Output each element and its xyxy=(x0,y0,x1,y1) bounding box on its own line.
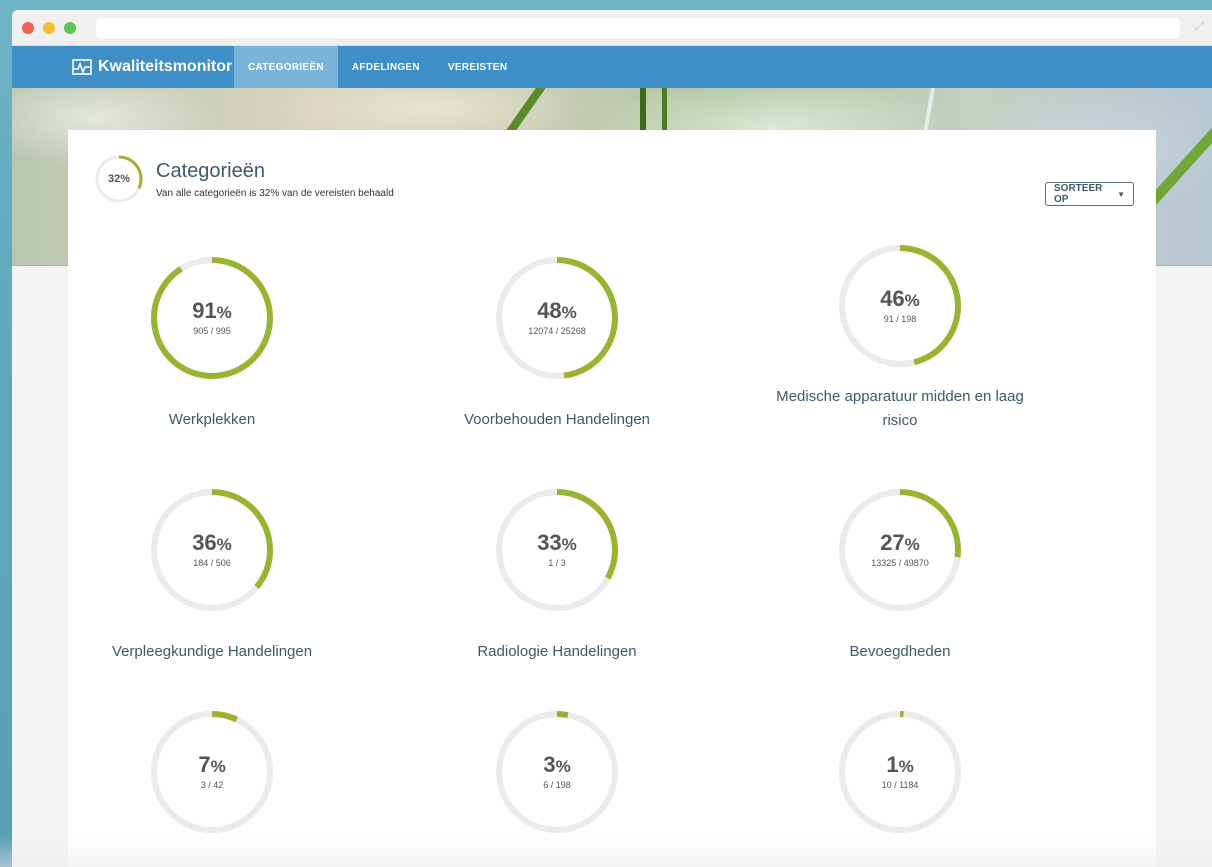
category-progress-ring[interactable]: 46% 91 / 198 xyxy=(838,244,962,368)
ring-text: 48% 12074 / 25268 xyxy=(495,256,619,380)
percent-sign: % xyxy=(561,303,577,322)
percent-value: 3 xyxy=(543,752,556,777)
category-fraction: 905 / 995 xyxy=(193,326,231,336)
percent-sign: % xyxy=(904,291,920,310)
ring-text: 91% 905 / 995 xyxy=(150,256,274,380)
category-name[interactable]: Bevoegdheden xyxy=(770,640,1030,664)
category-percent: 3% xyxy=(543,754,570,776)
category-fraction: 10 / 1184 xyxy=(881,780,919,790)
grass-blade xyxy=(504,88,546,133)
window-titlebar: ⤢ xyxy=(12,10,1212,46)
ring-text: 36% 184 / 506 xyxy=(150,488,274,612)
brand-name: Kwaliteitsmonitor xyxy=(98,58,233,75)
tab-label: VEREISTEN xyxy=(447,61,508,73)
percent-sign: % xyxy=(555,757,571,776)
tab-categorieen[interactable]: CATEGORIEËN xyxy=(234,46,338,88)
percent-value: 1 xyxy=(886,752,899,777)
tab-label: AFDELINGEN xyxy=(351,61,420,73)
category-fraction: 12074 / 25268 xyxy=(528,326,586,336)
percent-sign: % xyxy=(561,535,577,554)
ring-text: 27% 13325 / 49870 xyxy=(838,488,962,612)
address-bar[interactable] xyxy=(96,18,1180,38)
category-percent: 7% xyxy=(198,754,225,776)
category-fraction: 1 / 3 xyxy=(548,558,566,568)
category-progress-ring[interactable]: 1% 10 / 1184 xyxy=(838,710,962,834)
minimize-window-button[interactable] xyxy=(43,22,55,34)
categories-panel: 32% Categorieën Van alle categorieën is … xyxy=(68,130,1156,867)
category-percent: 1% xyxy=(886,754,913,776)
category-progress-ring[interactable]: 33% 1 / 3 xyxy=(495,488,619,612)
category-name[interactable]: Radiologie Handelingen xyxy=(427,640,687,664)
category-fraction: 6 / 198 xyxy=(543,780,571,790)
tab-label: CATEGORIEËN xyxy=(248,61,324,73)
category-progress-ring[interactable]: 7% 3 / 42 xyxy=(150,710,274,834)
category-name[interactable]: Medische apparatuur midden en laag risic… xyxy=(770,385,1030,433)
category-name[interactable]: Radiologie instrumentarium xyxy=(770,862,1030,867)
percent-value: 36 xyxy=(192,530,217,555)
category-fraction: 184 / 506 xyxy=(193,558,231,568)
category-fraction: 91 / 198 xyxy=(883,314,917,324)
percent-sign: % xyxy=(210,757,226,776)
category-fraction: 13325 / 49870 xyxy=(871,558,929,568)
percent-sign: % xyxy=(216,535,232,554)
category-percent: 91% xyxy=(192,300,232,322)
grass-blade xyxy=(662,88,667,133)
category-fraction: 3 / 42 xyxy=(200,780,224,790)
percent-value: 7 xyxy=(198,752,211,777)
ring-text: 3% 6 / 198 xyxy=(495,710,619,834)
ring-text: 7% 3 / 42 xyxy=(150,710,274,834)
category-progress-ring[interactable]: 48% 12074 / 25268 xyxy=(495,256,619,380)
percent-sign: % xyxy=(216,303,232,322)
percent-value: 91 xyxy=(192,298,217,323)
tab-vereisten[interactable]: VEREISTEN xyxy=(434,46,521,88)
category-progress-ring[interactable]: 36% 184 / 506 xyxy=(150,488,274,612)
close-window-button[interactable] xyxy=(22,22,34,34)
zoom-window-button[interactable] xyxy=(64,22,76,34)
category-name[interactable]: Verpleegkundige Handelingen xyxy=(82,640,342,664)
category-percent: 48% xyxy=(537,300,577,322)
category-percent: 36% xyxy=(192,532,232,554)
percent-sign: % xyxy=(904,535,920,554)
expand-icon[interactable]: ⤢ xyxy=(1194,19,1204,34)
category-name[interactable]: Klinische Lessen xyxy=(427,862,687,867)
category-percent: 46% xyxy=(880,288,920,310)
category-name[interactable]: Voorbehouden Handelingen xyxy=(427,408,687,432)
ring-text: 33% 1 / 3 xyxy=(495,488,619,612)
percent-value: 33 xyxy=(537,530,562,555)
ring-text: 1% 10 / 1184 xyxy=(838,710,962,834)
category-name[interactable]: Audits xyxy=(82,862,342,867)
category-percent: 27% xyxy=(880,532,920,554)
percent-value: 46 xyxy=(880,286,905,311)
category-progress-ring[interactable]: 91% 905 / 995 xyxy=(150,256,274,380)
tab-afdelingen[interactable]: AFDELINGEN xyxy=(338,46,434,88)
brand-logo[interactable]: Kwaliteitsmonitor xyxy=(72,46,234,88)
browser-window: ⤢ Kwaliteitsmonitor CATEGORIEËN AFDELING… xyxy=(12,10,1212,867)
grass-blade xyxy=(640,88,646,133)
percent-sign: % xyxy=(898,757,914,776)
chart-box-icon xyxy=(72,59,92,75)
grass-blade xyxy=(923,88,935,133)
category-name[interactable]: Werkplekken xyxy=(82,408,342,432)
category-progress-ring[interactable]: 3% 6 / 198 xyxy=(495,710,619,834)
percent-value: 48 xyxy=(537,298,562,323)
category-progress-ring[interactable]: 27% 13325 / 49870 xyxy=(838,488,962,612)
category-percent: 33% xyxy=(537,532,577,554)
percent-value: 27 xyxy=(880,530,905,555)
ring-text: 46% 91 / 198 xyxy=(838,244,962,368)
top-navbar: Kwaliteitsmonitor CATEGORIEËN AFDELINGEN… xyxy=(12,46,1212,88)
category-grid: 91% 905 / 995 Werkplekken 48% 12074 / 25268 V… xyxy=(68,130,1156,867)
